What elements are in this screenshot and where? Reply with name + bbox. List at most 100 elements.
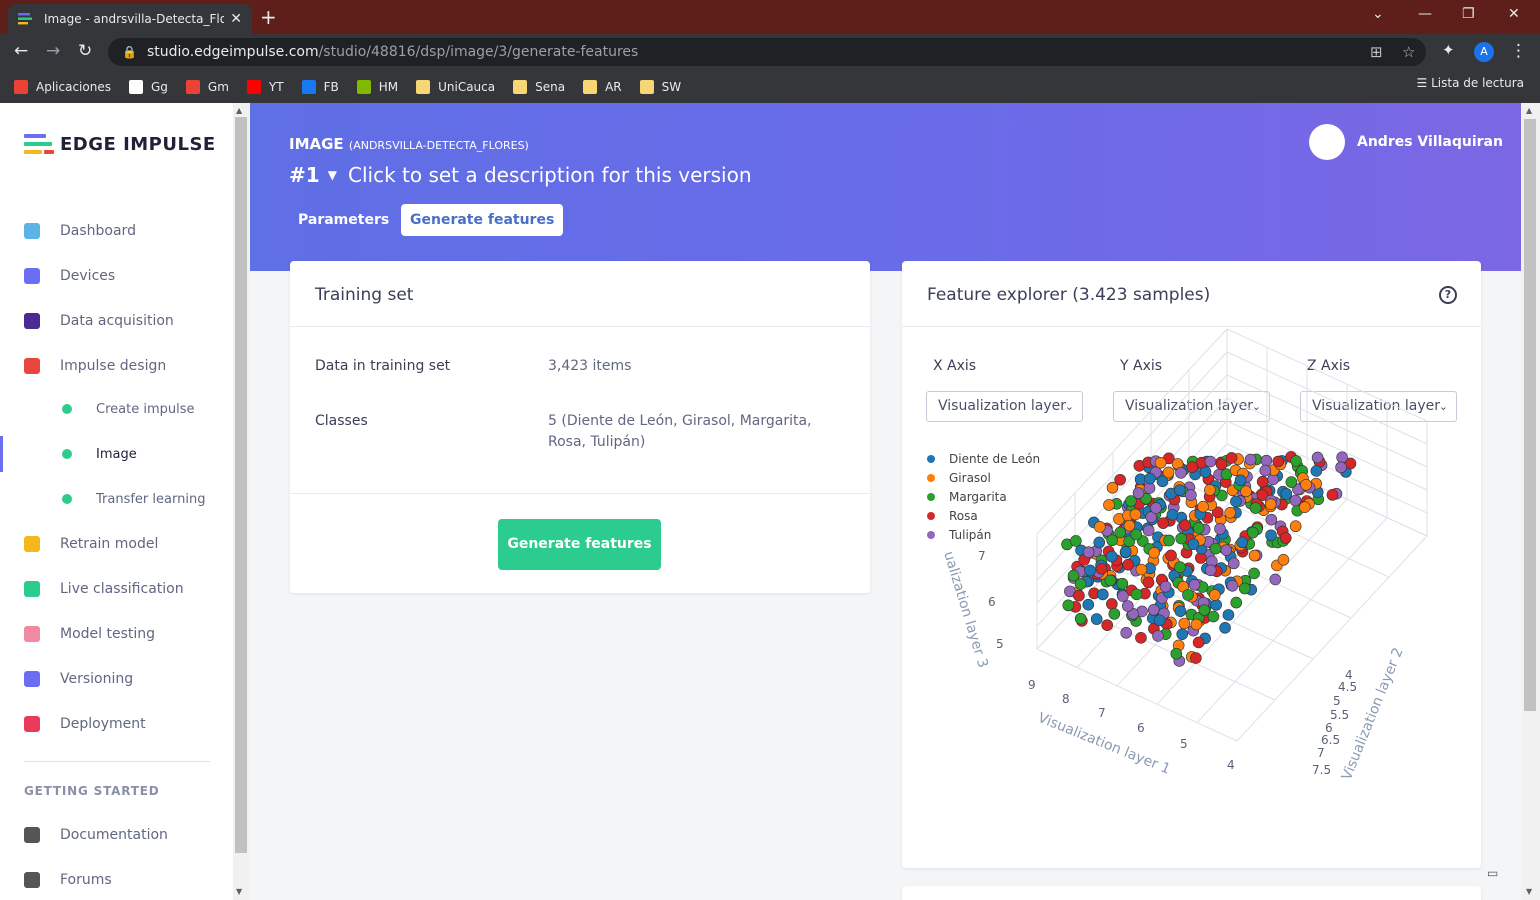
sidebar-subitem-image[interactable]: Image	[0, 436, 233, 472]
sidebar-item-forums[interactable]: Forums	[0, 860, 233, 900]
scatter-point	[1256, 475, 1269, 488]
bookmark-item[interactable]: SW	[639, 79, 681, 94]
scatter-point	[1190, 652, 1202, 664]
bookmark-star-icon[interactable]: ☆	[1402, 43, 1415, 61]
sidebar-scrollbar[interactable]: ▲ ▼	[233, 103, 249, 900]
caret-down-icon: ▼	[327, 168, 337, 182]
legend-item[interactable]: Girasol	[927, 471, 991, 485]
profile-avatar[interactable]: A	[1474, 42, 1494, 62]
reading-list-button[interactable]: ☰ Lista de lectura	[1417, 76, 1524, 90]
scatter-point	[1129, 508, 1142, 521]
legend-label: Tulipán	[949, 528, 992, 542]
bookmark-item[interactable]: YT	[246, 79, 284, 94]
scatter-point	[1116, 577, 1129, 590]
user-menu[interactable]: Andres Villaquiran	[1309, 124, 1503, 160]
translate-icon[interactable]: ⊞	[1370, 43, 1383, 61]
back-icon[interactable]: ←	[14, 41, 28, 61]
minimize-icon[interactable]: —	[1418, 6, 1432, 22]
bookmark-item[interactable]: Gm	[185, 79, 229, 94]
scatter-point	[1249, 502, 1262, 514]
extensions-icon[interactable]: ✦	[1442, 41, 1455, 59]
edge-impulse-logo[interactable]: EDGE IMPULSE	[24, 133, 216, 155]
scatter-point	[1248, 549, 1261, 562]
bookmark-item[interactable]: Sena	[513, 79, 565, 94]
scatter-point	[1082, 598, 1095, 611]
sidebar-item-deployment[interactable]: Deployment	[0, 704, 233, 744]
scatter-point	[1135, 632, 1147, 644]
x-tick-label: 4	[1227, 758, 1235, 772]
page-scroll-thumb[interactable]	[1524, 119, 1536, 711]
tab-search-icon[interactable]: ⌄	[1372, 6, 1384, 22]
version-description[interactable]: Click to set a description for this vers…	[348, 163, 752, 187]
scatter-point	[1192, 636, 1205, 649]
y-tick-label: 5	[1333, 694, 1341, 708]
legend-item[interactable]: Margarita	[927, 490, 1007, 504]
reload-icon[interactable]: ↻	[78, 41, 92, 61]
sidebar-subitem-transfer-learning[interactable]: Transfer learning	[0, 481, 233, 517]
generate-features-button[interactable]: Generate features	[498, 519, 661, 570]
scroll-down-icon[interactable]: ▼	[1526, 887, 1532, 896]
version-selector[interactable]: #1 ▼	[289, 163, 337, 187]
x-axis-title: Visualization layer 1	[1036, 710, 1173, 778]
sidebar-item-dashboard[interactable]: Dashboard	[0, 211, 233, 251]
bookmark-item[interactable]: Aplicaciones	[14, 79, 111, 94]
bookmark-item[interactable]: FB	[301, 79, 339, 94]
sidebar-item-retrain-model[interactable]: Retrain model	[0, 524, 233, 564]
scroll-up-icon[interactable]: ▲	[236, 106, 242, 115]
forward-icon[interactable]: →	[46, 41, 60, 61]
sidebar-item-versioning[interactable]: Versioning	[0, 659, 233, 699]
scroll-down-icon[interactable]: ▼	[236, 887, 242, 896]
legend-item[interactable]: Diente de León	[927, 452, 1040, 466]
y-tick-label: 5.5	[1330, 708, 1349, 722]
scatter-point	[1336, 451, 1348, 464]
tab-parameters[interactable]: Parameters	[289, 204, 398, 236]
scatter-point	[1152, 630, 1164, 642]
scatter-point	[1108, 608, 1121, 620]
microsoft-icon	[356, 79, 371, 94]
scatter-point	[1150, 502, 1162, 514]
scatter-point	[1238, 582, 1251, 595]
bookmark-label: UniCauca	[438, 79, 496, 94]
scatter-point	[1264, 498, 1277, 510]
sidebar-item-data-acquisition[interactable]: Data acquisition	[0, 301, 233, 341]
restore-icon[interactable]: ❐	[1462, 6, 1475, 22]
legend-item[interactable]: Tulipán	[927, 528, 991, 542]
tab-generate-features[interactable]: Generate features	[401, 204, 564, 236]
bookmark-item[interactable]: HM	[356, 79, 398, 94]
scatter-point	[1230, 596, 1243, 609]
legend-item[interactable]: Rosa	[927, 509, 978, 523]
sidebar-scroll-thumb[interactable]	[235, 117, 247, 853]
address-toolbar: ← → ↻ 🔒 studio.edgeimpulse.com /studio/4…	[0, 34, 1540, 70]
browser-menu-icon[interactable]: ⋮	[1510, 41, 1527, 61]
scatter-point	[1106, 481, 1119, 494]
tab-close-icon[interactable]: ✕	[230, 11, 242, 27]
page-scrollbar[interactable]: ▲ ▼	[1521, 103, 1540, 900]
bookmark-label: FB	[323, 79, 339, 94]
sidebar-item-devices[interactable]: Devices	[0, 256, 233, 296]
active-item-indicator	[0, 436, 3, 472]
feedback-icon[interactable]: ▭	[1487, 866, 1505, 882]
data-in-training-label: Data in training set	[315, 358, 451, 374]
window-close-icon[interactable]: ✕	[1508, 6, 1520, 22]
scroll-up-icon[interactable]: ▲	[1526, 106, 1532, 115]
scatter-plot-3d[interactable]: 98765444.555.566.577.5765Visualization l…	[902, 261, 1481, 868]
url-path: /studio/48816/dsp/image/3/generate-featu…	[318, 44, 639, 60]
scatter-point	[1174, 561, 1186, 573]
shuffle-icon	[24, 536, 40, 552]
sidebar-item-documentation[interactable]: Documentation	[0, 815, 233, 855]
new-tab-button[interactable]: +	[260, 5, 277, 29]
browser-tab[interactable]: Image - andrsvilla-Detecta_Flores ✕	[8, 4, 252, 34]
sidebar-item-model-testing[interactable]: Model testing	[0, 614, 233, 654]
bookmark-item[interactable]: Gg	[128, 79, 168, 94]
scatter-point	[1240, 485, 1252, 498]
bookmark-item[interactable]: UniCauca	[416, 79, 496, 94]
url-bar[interactable]: 🔒 studio.edgeimpulse.com /studio/48816/d…	[108, 38, 1426, 66]
scatter-point	[1259, 464, 1272, 477]
bookmark-item[interactable]: AR	[583, 79, 622, 94]
sidebar-item-impulse-design[interactable]: Impulse design	[0, 346, 233, 386]
sidebar-item-label: Data acquisition	[60, 313, 174, 329]
scatter-point	[1179, 519, 1191, 532]
project-title: IMAGE (ANDRSVILLA-DETECTA_FLORES)	[289, 135, 529, 153]
sidebar-item-live-classification[interactable]: Live classification	[0, 569, 233, 609]
sidebar-subitem-create-impulse[interactable]: Create impulse	[0, 391, 233, 427]
